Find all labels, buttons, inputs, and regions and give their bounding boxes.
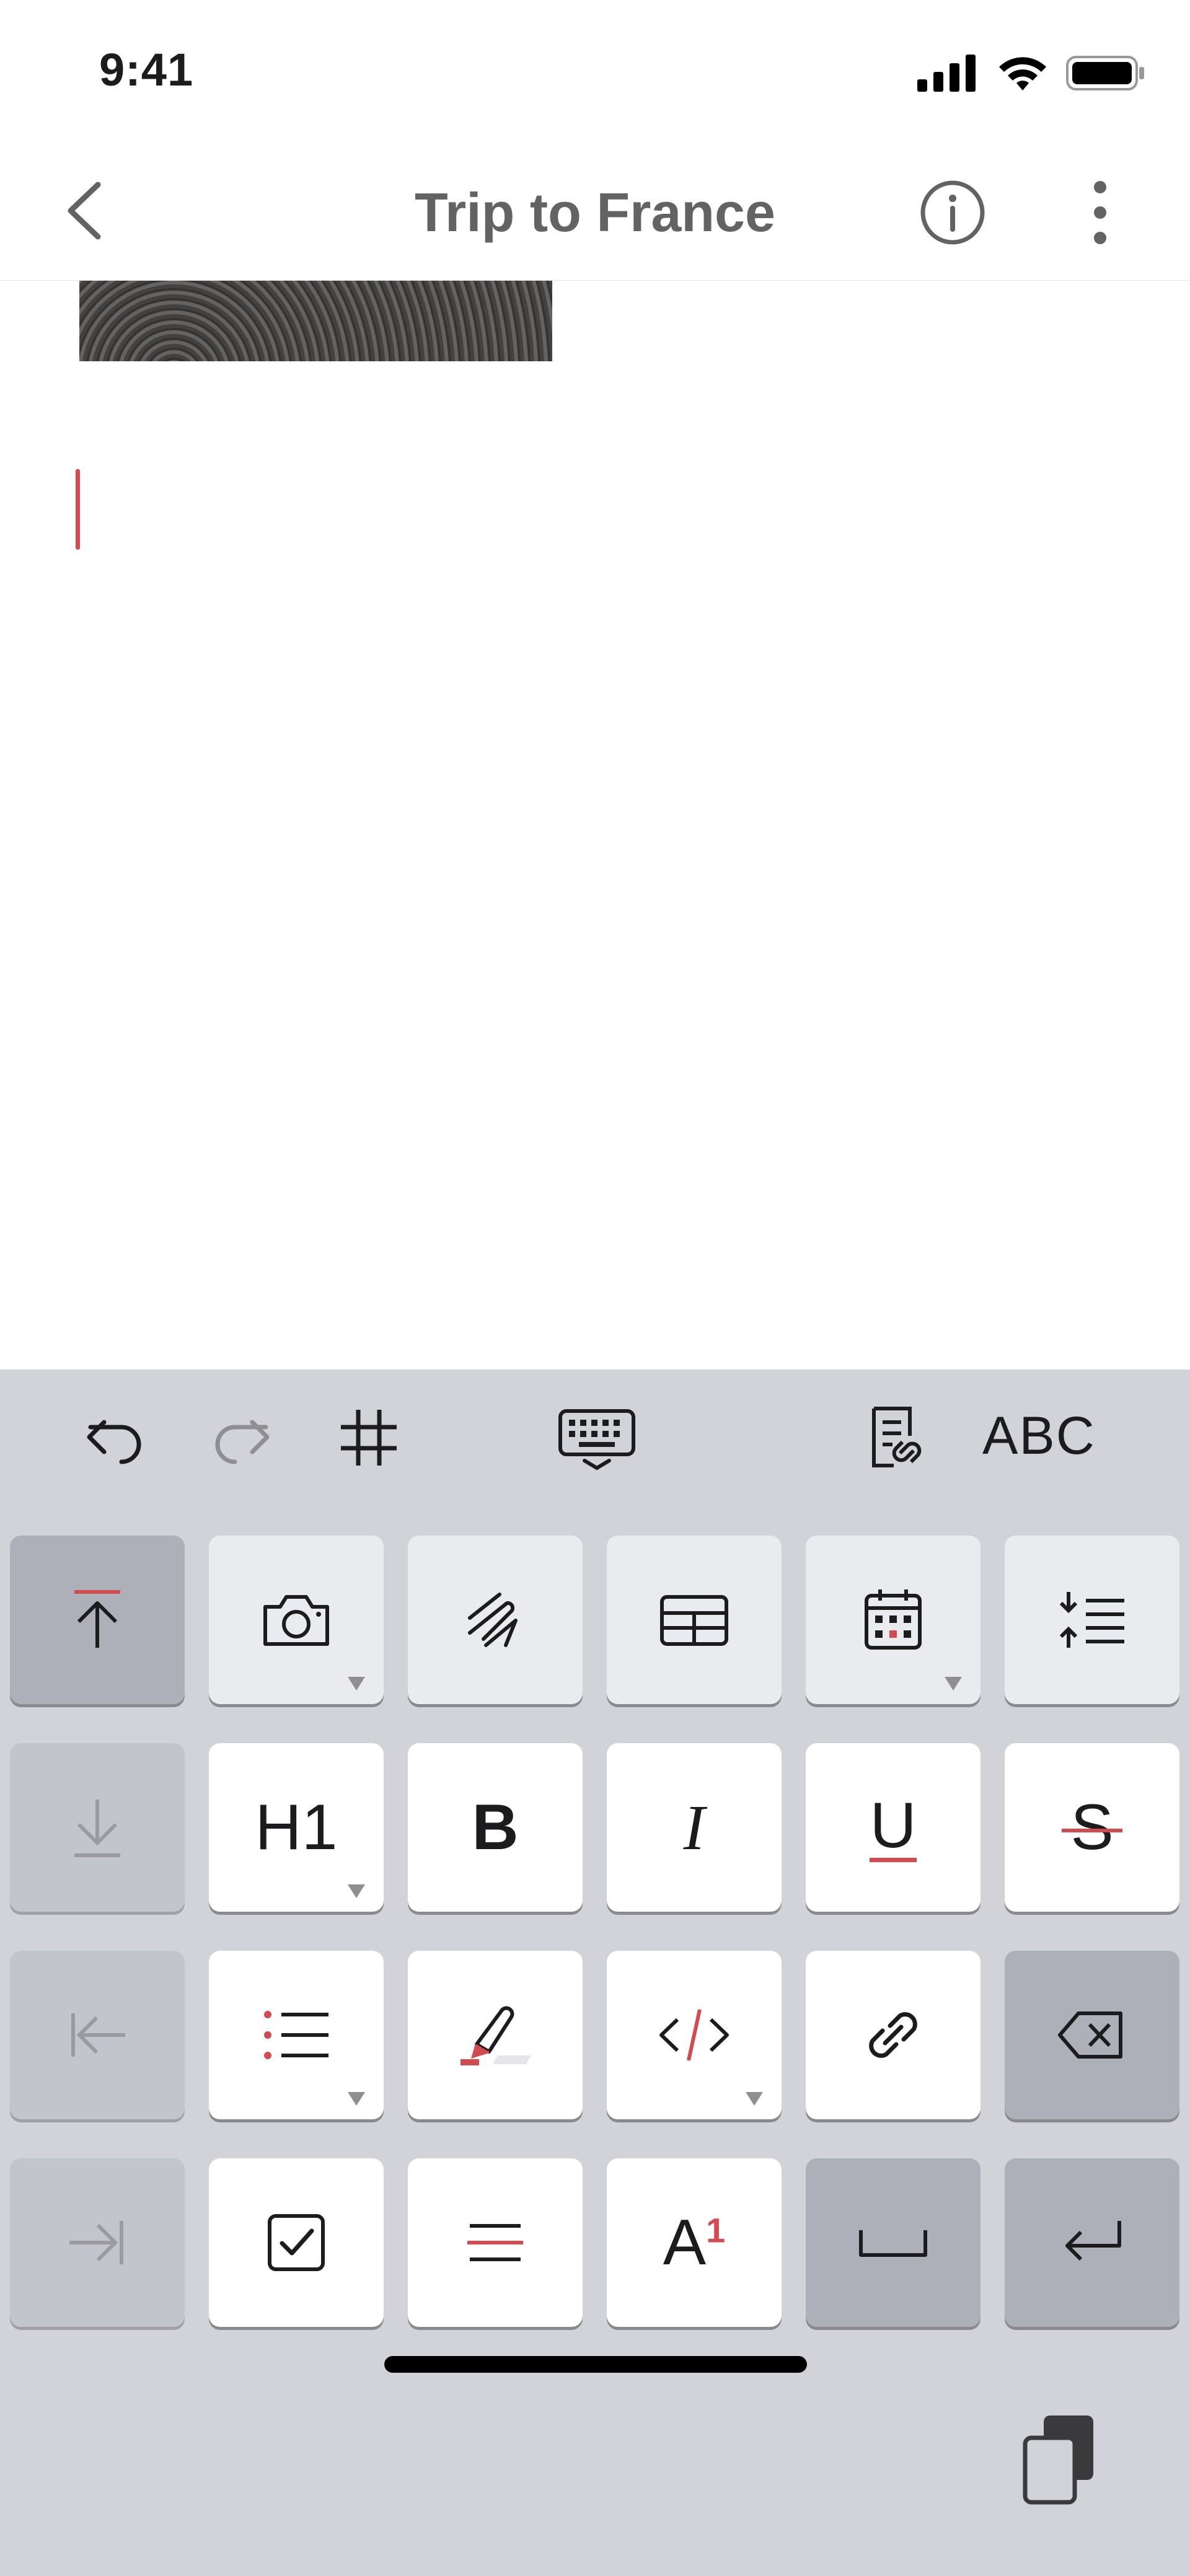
heading-label: H1 [255, 1791, 338, 1863]
indent-key[interactable] [10, 2158, 185, 2327]
submenu-indicator [348, 2092, 365, 2106]
wifi-icon [999, 57, 1046, 90]
status-icons [917, 55, 1147, 92]
italic-key[interactable]: I [607, 1743, 782, 1912]
backspace-icon [1058, 2011, 1122, 2059]
move-up-icon [74, 1590, 120, 1648]
code-icon [659, 2009, 729, 2061]
strikethrough-letter: S [1070, 1791, 1114, 1863]
tag-icon [341, 1410, 397, 1466]
tag-button[interactable] [332, 1400, 406, 1475]
more-vertical-icon[interactable] [1066, 178, 1134, 247]
bold-label: B [472, 1791, 519, 1863]
status-time: 9:41 [99, 44, 194, 95]
space-icon [859, 2230, 927, 2257]
superscript-base: A [663, 2206, 707, 2279]
formatting-keyboard: ABC H1 B I U S A1 [0, 1369, 1190, 2576]
checkbox-icon [268, 2214, 325, 2271]
note-link-icon [872, 1407, 922, 1467]
note-editor[interactable] [0, 281, 1190, 1369]
hide-keyboard-button[interactable] [557, 1400, 637, 1475]
underline-key[interactable]: U [806, 1743, 981, 1912]
highlighter-icon [461, 2006, 531, 2065]
italic-label: I [683, 1791, 705, 1863]
indent-lines-icon [1059, 1592, 1124, 1648]
cellular-signal-icon [917, 55, 976, 92]
delete-key[interactable] [1005, 1951, 1179, 2119]
clipboard-icon[interactable] [1016, 2411, 1103, 2510]
space-key[interactable] [806, 2158, 981, 2327]
sketch-key[interactable] [408, 1536, 583, 1704]
redo-icon [215, 1420, 270, 1464]
info-icon[interactable] [919, 178, 987, 247]
move-line-down-key[interactable] [10, 1743, 185, 1912]
editor-toolbar: ABC [0, 1369, 1190, 1506]
bold-key[interactable]: B [408, 1743, 583, 1912]
strike-line [1062, 1829, 1122, 1833]
table-key[interactable] [607, 1536, 782, 1704]
superscript-label: A1 [663, 2206, 726, 2280]
highlight-key[interactable] [408, 1951, 583, 2119]
superscript-number: 1 [706, 2210, 726, 2249]
submenu-indicator [348, 1884, 365, 1898]
return-icon [1065, 2221, 1121, 2261]
spellcheck-button[interactable]: ABC [982, 1405, 1096, 1467]
checkbox-key[interactable] [209, 2158, 384, 2327]
nav-bar: Trip to France [0, 143, 1190, 282]
underline-label: U [870, 1789, 917, 1862]
bullet-list-icon [264, 2011, 328, 2059]
calendar-icon [865, 1589, 922, 1650]
link-icon [869, 2012, 917, 2058]
redo-button[interactable] [205, 1400, 279, 1475]
move-down-icon [74, 1800, 120, 1857]
heading-key[interactable]: H1 [209, 1743, 384, 1912]
strikethrough-label: S [1062, 1791, 1122, 1865]
battery-icon [1066, 56, 1144, 90]
note-title: Trip to France [415, 182, 775, 243]
superscript-key[interactable]: A1 [607, 2158, 782, 2327]
cobblestone-image[interactable] [79, 281, 552, 361]
align-key[interactable] [408, 2158, 583, 2327]
keyboard-hide-icon [558, 1409, 635, 1470]
submenu-indicator [945, 1677, 962, 1690]
undo-button[interactable] [77, 1400, 152, 1475]
home-indicator [384, 2356, 807, 2373]
strikethrough-key[interactable]: S [1005, 1743, 1179, 1912]
status-bar: 9:41 [0, 0, 1190, 143]
text-cursor [76, 469, 80, 550]
camera-icon [263, 1595, 329, 1646]
align-center-icon [467, 2224, 523, 2261]
move-line-up-key[interactable] [10, 1536, 185, 1704]
table-icon [660, 1595, 728, 1646]
return-key[interactable] [1005, 2158, 1179, 2327]
camera-key[interactable] [209, 1536, 384, 1704]
indent-icon [69, 2221, 123, 2264]
submenu-indicator [746, 2092, 763, 2106]
outdent-icon [71, 2013, 125, 2057]
line-spacing-key[interactable] [1005, 1536, 1179, 1704]
link-key[interactable] [806, 1951, 981, 2119]
submenu-indicator [348, 1677, 365, 1690]
undo-icon [87, 1420, 141, 1464]
calendar-key[interactable] [806, 1536, 981, 1704]
list-key[interactable] [209, 1951, 384, 2119]
code-key[interactable] [607, 1951, 782, 2119]
outdent-key[interactable] [10, 1951, 185, 2119]
note-link-button[interactable] [858, 1400, 933, 1475]
scribble-icon [468, 1593, 518, 1647]
